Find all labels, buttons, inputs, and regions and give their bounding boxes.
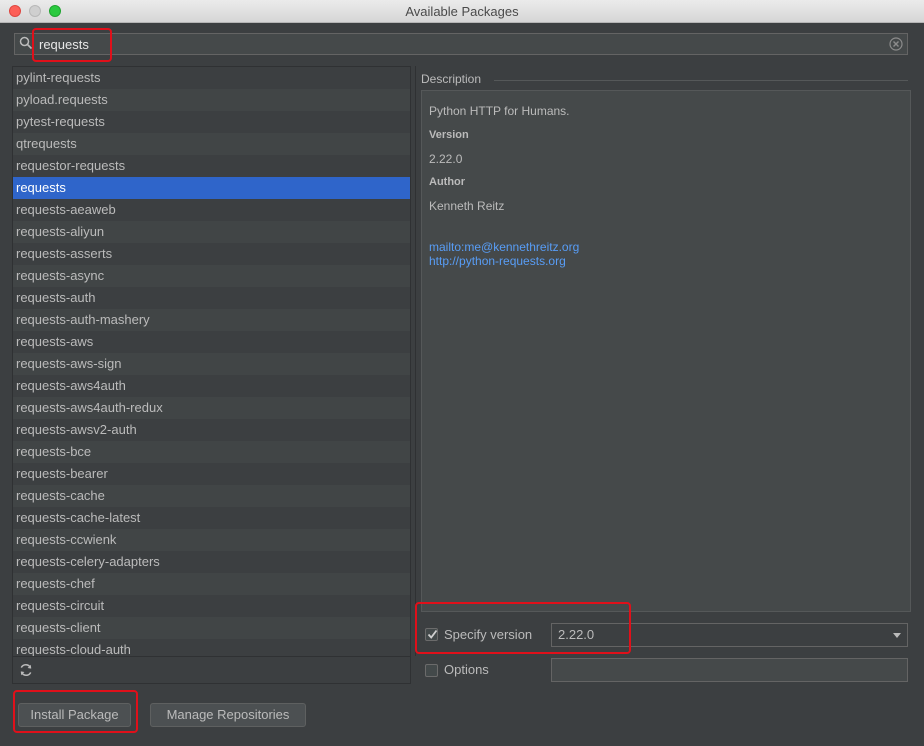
search-input[interactable]	[39, 36, 879, 52]
list-item[interactable]: requests-aws4auth	[13, 375, 410, 397]
list-item[interactable]: requests-cache-latest	[13, 507, 410, 529]
list-item[interactable]: requests-aeaweb	[13, 199, 410, 221]
options-label[interactable]: Options	[444, 662, 489, 677]
title-bar: Available Packages	[0, 0, 924, 23]
refresh-icon[interactable]	[19, 663, 33, 677]
package-search-field[interactable]	[14, 33, 908, 55]
author-email-link[interactable]: mailto:me@kennethreitz.org	[429, 240, 903, 254]
list-item[interactable]: requests-cloud-auth	[13, 639, 410, 656]
list-item[interactable]: qtrequests	[13, 133, 410, 155]
list-item[interactable]: requests-cache	[13, 485, 410, 507]
package-summary: Python HTTP for Humans.	[429, 104, 570, 118]
description-separator	[494, 80, 908, 81]
list-item[interactable]: requests-celery-adapters	[13, 551, 410, 573]
manage-repositories-button[interactable]: Manage Repositories	[150, 703, 306, 727]
options-input[interactable]	[551, 658, 908, 682]
version-heading: Version	[429, 129, 469, 141]
package-version: 2.22.0	[429, 152, 463, 166]
description-panel: Python HTTP for Humans. Version 2.22.0 A…	[421, 90, 911, 612]
splitter[interactable]	[415, 66, 416, 656]
version-dropdown-value: 2.22.0	[558, 627, 595, 642]
list-item[interactable]: requests-auth-mashery	[13, 309, 410, 331]
package-list-toolbar	[12, 657, 411, 684]
list-item[interactable]: requests-asserts	[13, 243, 410, 265]
install-package-button[interactable]: Install Package	[18, 703, 131, 727]
search-icon[interactable]	[19, 36, 33, 50]
package-list[interactable]: pylint-requests pyload.requests pytest-req…	[12, 66, 411, 657]
list-item[interactable]: requests-awsv2-auth	[13, 419, 410, 441]
list-item[interactable]: requests-auth	[13, 287, 410, 309]
list-item[interactable]: pytest-requests	[13, 111, 410, 133]
list-item[interactable]: requests-chef	[13, 573, 410, 595]
list-item[interactable]: pyload.requests	[13, 89, 410, 111]
list-item[interactable]: requests-aws	[13, 331, 410, 353]
description-label: Description	[421, 72, 482, 86]
specify-version-label[interactable]: Specify version	[444, 627, 532, 642]
chevron-down-icon	[893, 633, 901, 638]
list-item[interactable]: requests	[13, 177, 410, 199]
list-item[interactable]: requests-aws4auth-redux	[13, 397, 410, 419]
list-item[interactable]: requests-async	[13, 265, 410, 287]
version-dropdown[interactable]: 2.22.0	[551, 623, 908, 647]
specify-version-checkbox[interactable]	[425, 628, 438, 641]
clear-icon[interactable]	[889, 37, 903, 51]
homepage-link[interactable]: http://python-requests.org	[429, 254, 903, 268]
window-title: Available Packages	[405, 4, 519, 19]
list-item[interactable]: pylint-requests	[13, 67, 410, 89]
list-item[interactable]: requests-client	[13, 617, 410, 639]
list-item[interactable]: requests-circuit	[13, 595, 410, 617]
package-author: Kenneth Reitz	[429, 199, 505, 213]
options-checkbox[interactable]	[425, 664, 438, 677]
list-item[interactable]: requestor-requests	[13, 155, 410, 177]
list-item[interactable]: requests-aws-sign	[13, 353, 410, 375]
list-item[interactable]: requests-aliyun	[13, 221, 410, 243]
checkmark-icon	[427, 629, 438, 639]
list-item[interactable]: requests-bce	[13, 441, 410, 463]
list-item[interactable]: requests-ccwienk	[13, 529, 410, 551]
list-item[interactable]: requests-bearer	[13, 463, 410, 485]
author-heading: Author	[429, 176, 466, 188]
